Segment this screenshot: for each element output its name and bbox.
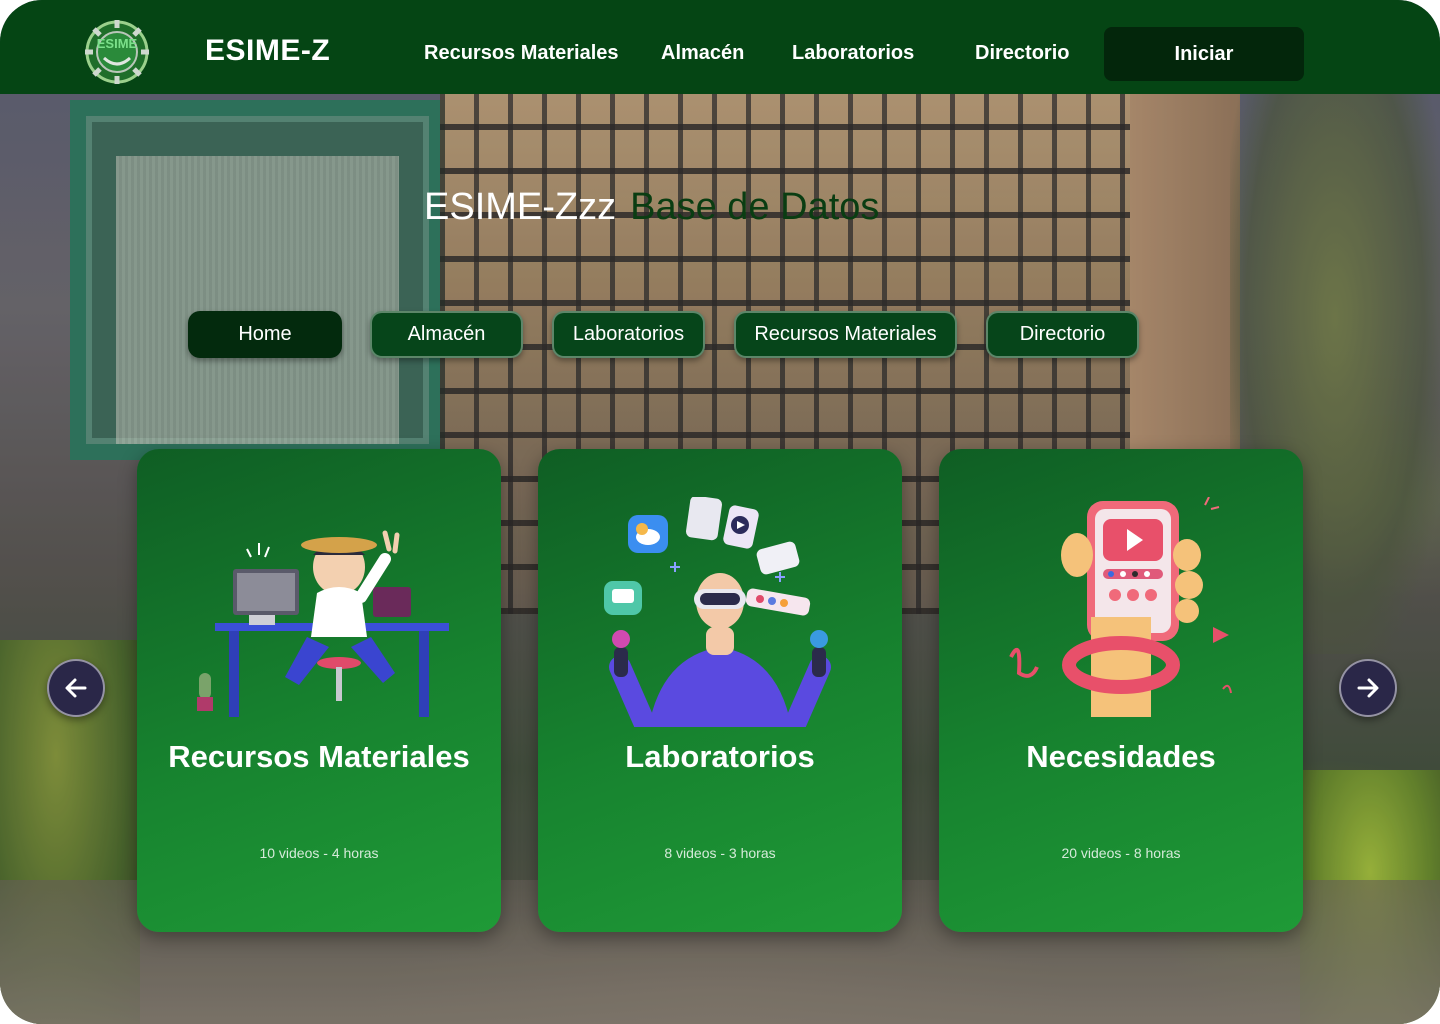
arrow-left-icon (65, 678, 87, 698)
card-meta: 20 videos - 8 horas (1061, 845, 1181, 861)
carousel-prev-button[interactable] (47, 659, 105, 717)
tab-directorio[interactable]: Directorio (986, 311, 1139, 358)
card-recursos-materiales[interactable]: Recursos Materiales 10 videos - 4 horas (137, 449, 501, 932)
tab-home[interactable]: Home (188, 311, 342, 358)
tab-recursos-materiales[interactable]: Recursos Materiales (734, 311, 957, 358)
nav-recursos-materiales[interactable]: Recursos Materiales (424, 42, 619, 65)
hero-title-primary: ESIME-Zzz (424, 186, 617, 228)
nav-laboratorios[interactable]: Laboratorios (792, 42, 914, 65)
card-laboratorios[interactable]: Laboratorios 8 videos - 3 horas (538, 449, 902, 932)
carousel-next-button[interactable] (1339, 659, 1397, 717)
esime-logo[interactable]: ESIME (82, 18, 152, 86)
card-necesidades[interactable]: Necesidades 20 videos - 8 horas (939, 449, 1303, 932)
card-meta: 8 videos - 3 horas (664, 845, 776, 861)
tab-almacen[interactable]: Almacén (370, 311, 523, 358)
arrow-right-icon (1357, 678, 1379, 698)
hand-holding-phone-illustration (1009, 497, 1232, 717)
nav-directorio[interactable]: Directorio (975, 42, 1069, 65)
nav-almacen[interactable]: Almacén (661, 42, 744, 65)
card-title: Laboratorios (625, 739, 815, 774)
logo-text: ESIME (97, 36, 138, 51)
iniciar-button[interactable]: Iniciar (1104, 27, 1304, 81)
brand-name: ESIME-Z (205, 34, 331, 67)
card-title: Necesidades (1026, 739, 1216, 774)
hero-title-secondary: Base de Datos (630, 186, 880, 228)
app-frame: ESIME ESIME-Z Recursos Materiales Almacé… (0, 0, 1440, 1024)
vr-person-juggling-apps-illustration (604, 497, 831, 727)
card-meta: 10 videos - 4 horas (259, 845, 379, 861)
top-navbar: ESIME ESIME-Z Recursos Materiales Almacé… (0, 0, 1440, 94)
tab-laboratorios[interactable]: Laboratorios (552, 311, 705, 358)
person-at-desk-illustration (197, 530, 449, 717)
card-title: Recursos Materiales (168, 739, 470, 774)
hero-title: ESIME-Zzz Base de Datos (424, 186, 879, 229)
